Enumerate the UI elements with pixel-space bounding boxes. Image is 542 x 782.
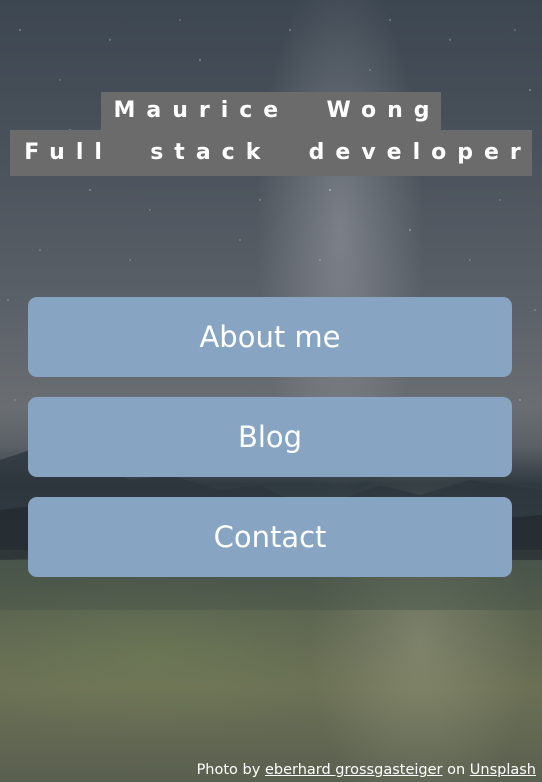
photo-credit: Photo by eberhard grossgasteiger on Unsp… xyxy=(197,762,536,778)
contact-button[interactable]: Contact xyxy=(28,497,512,577)
author-name: Maurice Wong xyxy=(101,92,441,130)
unsplash-link[interactable]: Unsplash xyxy=(470,762,536,778)
blog-button[interactable]: Blog xyxy=(28,397,512,477)
main-navigation: About me Blog Contact xyxy=(28,297,512,597)
credit-middle: on xyxy=(447,762,466,778)
credit-prefix: Photo by xyxy=(196,762,261,778)
header: Maurice Wong Full stack developer xyxy=(0,92,542,176)
author-role: Full stack developer xyxy=(10,130,532,176)
photographer-link[interactable]: eberhard grossgasteiger xyxy=(265,762,443,778)
about-me-button[interactable]: About me xyxy=(28,297,512,377)
